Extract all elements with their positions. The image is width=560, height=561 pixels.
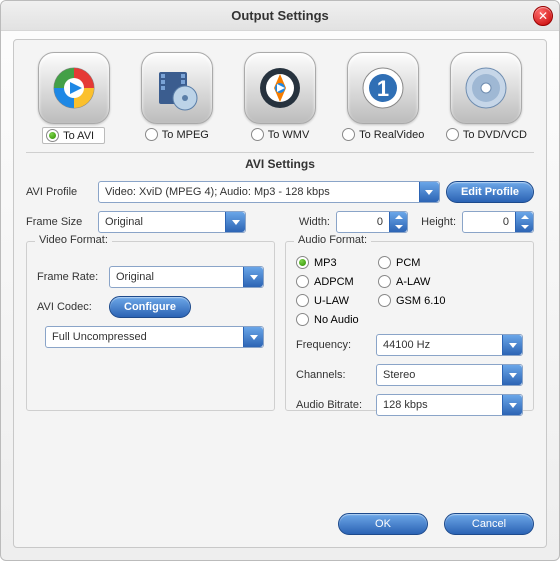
chevron-down-icon bbox=[502, 335, 522, 355]
realvideo-icon: 1 bbox=[347, 52, 419, 124]
codec-value-row: Full Uncompressed bbox=[37, 326, 264, 348]
codec-combo[interactable]: Full Uncompressed bbox=[45, 326, 264, 348]
channels-combo[interactable]: Stereo bbox=[376, 364, 523, 386]
format-wmv[interactable]: To WMV bbox=[232, 52, 327, 146]
width-label: Width: bbox=[288, 216, 330, 228]
spinner-buttons[interactable] bbox=[389, 212, 407, 232]
radio-icon bbox=[296, 313, 309, 326]
separator bbox=[26, 152, 534, 153]
height-spinner[interactable]: 0 bbox=[462, 211, 534, 233]
avi-profile-row: AVI Profile Video: XviD (MPEG 4); Audio:… bbox=[26, 181, 534, 203]
svg-text:1: 1 bbox=[377, 76, 389, 101]
avi-profile-label: AVI Profile bbox=[26, 186, 92, 198]
chevron-down-icon bbox=[502, 365, 522, 385]
frame-rate-row: Frame Rate: Original bbox=[37, 266, 264, 288]
frame-rate-combo[interactable]: Original bbox=[109, 266, 264, 288]
frame-size-label: Frame Size bbox=[26, 216, 92, 228]
configure-button[interactable]: Configure bbox=[109, 296, 191, 318]
format-wmv-radio[interactable]: To WMV bbox=[247, 126, 314, 143]
dialog-buttons: OK Cancel bbox=[338, 513, 534, 535]
frame-size-combo[interactable]: Original bbox=[98, 211, 246, 233]
frame-size-row: Frame Size Original Width: 0 Height: 0 bbox=[26, 211, 534, 233]
avi-profile-combo[interactable]: Video: XviD (MPEG 4); Audio: Mp3 - 128 k… bbox=[98, 181, 440, 203]
height-label: Height: bbox=[414, 216, 456, 228]
window-title: Output Settings bbox=[231, 8, 329, 23]
format-dvdvcd[interactable]: To DVD/VCD bbox=[439, 52, 534, 146]
cancel-button[interactable]: Cancel bbox=[444, 513, 534, 535]
radio-icon bbox=[378, 275, 391, 288]
channels-row: Channels: Stereo bbox=[296, 364, 523, 386]
avi-codec-label: AVI Codec: bbox=[37, 301, 103, 313]
radio-icon bbox=[446, 128, 459, 141]
audio-codec-radios: MP3 PCM ADPCM A-LAW U-LAW GSM 6.10 No Au… bbox=[296, 256, 523, 326]
format-realvideo-radio[interactable]: To RealVideo bbox=[338, 126, 428, 143]
radio-icon bbox=[251, 128, 264, 141]
dvd-icon bbox=[450, 52, 522, 124]
format-avi[interactable]: To AVI bbox=[26, 52, 121, 146]
chevron-down-icon bbox=[243, 267, 263, 287]
radio-icon bbox=[378, 256, 391, 269]
format-avi-radio[interactable]: To AVI bbox=[42, 127, 105, 144]
frequency-combo[interactable]: 44100 Hz bbox=[376, 334, 523, 356]
main-panel: To AVI To MPEG To WMV 1 To bbox=[13, 39, 547, 548]
format-mpeg[interactable]: To MPEG bbox=[129, 52, 224, 146]
close-icon: ✕ bbox=[538, 9, 548, 23]
radio-icon bbox=[342, 128, 355, 141]
channels-label: Channels: bbox=[296, 369, 370, 381]
audio-format-group: Audio Format: MP3 PCM ADPCM A-LAW U-LAW … bbox=[285, 241, 534, 411]
audio-radio-adpcm[interactable]: ADPCM bbox=[296, 275, 368, 288]
audio-radio-alaw[interactable]: A-LAW bbox=[378, 275, 450, 288]
bitrate-combo[interactable]: 128 kbps bbox=[376, 394, 523, 416]
avi-icon bbox=[38, 52, 110, 124]
chevron-down-icon bbox=[419, 182, 439, 202]
spinner-buttons[interactable] bbox=[515, 212, 533, 232]
audio-format-title: Audio Format: bbox=[294, 234, 371, 246]
avi-codec-row: AVI Codec: Configure bbox=[37, 296, 264, 318]
edit-profile-button[interactable]: Edit Profile bbox=[446, 181, 534, 203]
radio-icon bbox=[378, 294, 391, 307]
frequency-row: Frequency: 44100 Hz bbox=[296, 334, 523, 356]
frame-rate-label: Frame Rate: bbox=[37, 271, 103, 283]
chevron-down-icon bbox=[502, 395, 522, 415]
radio-icon bbox=[46, 129, 59, 142]
radio-icon bbox=[296, 294, 309, 307]
bitrate-row: Audio Bitrate: 128 kbps bbox=[296, 394, 523, 416]
audio-radio-pcm[interactable]: PCM bbox=[378, 256, 450, 269]
bitrate-label: Audio Bitrate: bbox=[296, 399, 370, 411]
title-bar: Output Settings ✕ bbox=[1, 1, 559, 31]
audio-radio-ulaw[interactable]: U-LAW bbox=[296, 294, 368, 307]
radio-icon bbox=[296, 275, 309, 288]
video-format-title: Video Format: bbox=[35, 234, 112, 246]
chevron-down-icon bbox=[243, 327, 263, 347]
format-dvdvcd-radio[interactable]: To DVD/VCD bbox=[442, 126, 531, 143]
frequency-label: Frequency: bbox=[296, 339, 370, 351]
audio-radio-mp3[interactable]: MP3 bbox=[296, 256, 368, 269]
wmv-icon bbox=[244, 52, 316, 124]
section-title: AVI Settings bbox=[26, 157, 534, 171]
format-mpeg-radio[interactable]: To MPEG bbox=[141, 126, 213, 143]
radio-icon bbox=[296, 256, 309, 269]
width-spinner[interactable]: 0 bbox=[336, 211, 408, 233]
audio-radio-gsm[interactable]: GSM 6.10 bbox=[378, 294, 450, 307]
radio-icon bbox=[145, 128, 158, 141]
mpeg-icon bbox=[141, 52, 213, 124]
video-format-group: Video Format: Frame Rate: Original AVI C… bbox=[26, 241, 275, 411]
format-tabs: To AVI To MPEG To WMV 1 To bbox=[26, 52, 534, 146]
chevron-down-icon bbox=[225, 212, 245, 232]
ok-button[interactable]: OK bbox=[338, 513, 428, 535]
format-realvideo[interactable]: 1 To RealVideo bbox=[336, 52, 431, 146]
close-button[interactable]: ✕ bbox=[533, 6, 553, 26]
audio-radio-noaudio[interactable]: No Audio bbox=[296, 313, 396, 326]
